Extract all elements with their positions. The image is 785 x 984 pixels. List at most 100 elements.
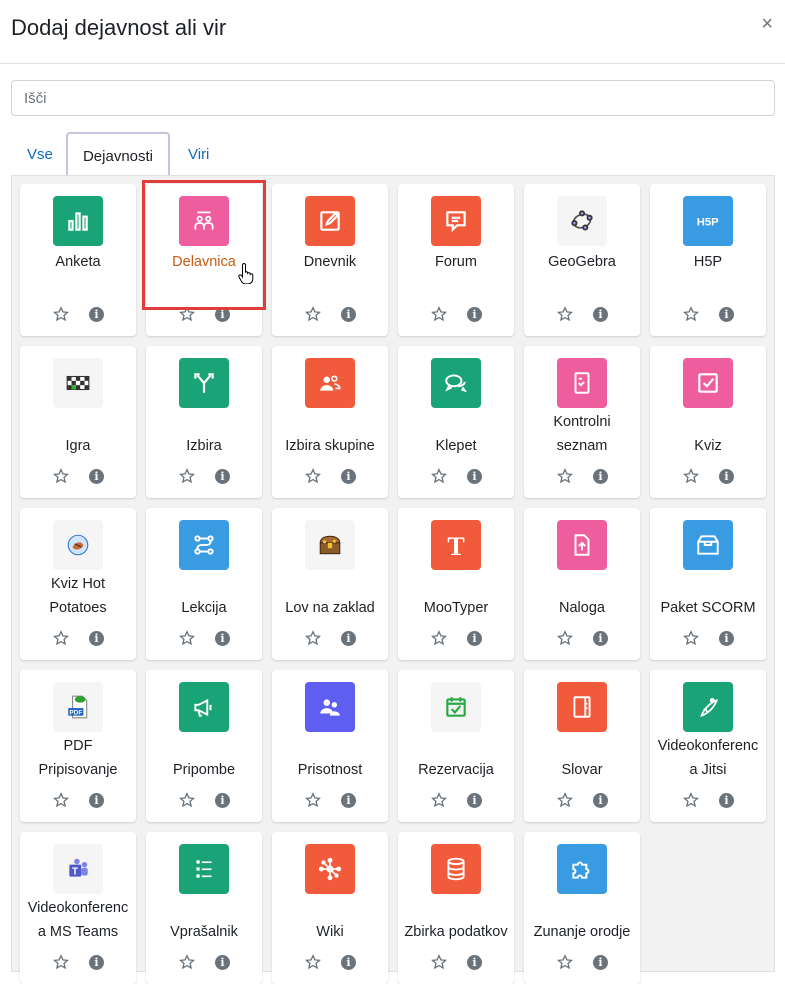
treasure-chest-icon bbox=[305, 520, 355, 570]
module-card-wiki[interactable]: Wiki i bbox=[272, 832, 388, 984]
info-icon[interactable]: i bbox=[719, 631, 734, 646]
star-icon[interactable] bbox=[556, 954, 574, 970]
tab-activities[interactable]: Dejavnosti bbox=[66, 132, 170, 178]
star-icon[interactable] bbox=[178, 792, 196, 808]
info-icon[interactable]: i bbox=[593, 955, 608, 970]
star-icon[interactable] bbox=[556, 306, 574, 322]
info-icon[interactable]: i bbox=[593, 307, 608, 322]
module-card-anketa[interactable]: Anketa i bbox=[20, 184, 136, 336]
info-icon[interactable]: i bbox=[215, 955, 230, 970]
star-icon[interactable] bbox=[682, 306, 700, 322]
info-icon[interactable]: i bbox=[89, 955, 104, 970]
star-icon[interactable] bbox=[430, 630, 448, 646]
module-label: Kviz bbox=[694, 438, 722, 454]
star-icon[interactable] bbox=[682, 792, 700, 808]
info-icon[interactable]: i bbox=[719, 307, 734, 322]
module-card-rezervacija[interactable]: Rezervacija i bbox=[398, 670, 514, 822]
info-icon[interactable]: i bbox=[89, 631, 104, 646]
info-icon[interactable]: i bbox=[215, 469, 230, 484]
info-icon[interactable]: i bbox=[467, 307, 482, 322]
module-card-videokonferenca-ms-teams[interactable]: T Videokonferenc a MS Teams i bbox=[20, 832, 136, 984]
module-card-kviz-hot-potatoes[interactable]: Kviz Hot Potatoes i bbox=[20, 508, 136, 660]
star-icon[interactable] bbox=[304, 306, 322, 322]
module-card-lov-na-zaklad[interactable]: Lov na zaklad i bbox=[272, 508, 388, 660]
info-icon[interactable]: i bbox=[467, 793, 482, 808]
star-icon[interactable] bbox=[52, 630, 70, 646]
star-icon[interactable] bbox=[304, 630, 322, 646]
info-icon[interactable]: i bbox=[467, 631, 482, 646]
module-card-lekcija[interactable]: Lekcija i bbox=[146, 508, 262, 660]
module-card-izbira[interactable]: Izbira i bbox=[146, 346, 262, 498]
module-card-klepet[interactable]: Klepet i bbox=[398, 346, 514, 498]
star-icon[interactable] bbox=[304, 792, 322, 808]
star-icon[interactable] bbox=[430, 468, 448, 484]
module-card-prisotnost[interactable]: Prisotnost i bbox=[272, 670, 388, 822]
star-icon[interactable] bbox=[178, 306, 196, 322]
info-icon[interactable]: i bbox=[467, 955, 482, 970]
module-card-zbirka-podatkov[interactable]: Zbirka podatkov i bbox=[398, 832, 514, 984]
module-label: Klepet bbox=[435, 438, 477, 454]
module-card-mootyper[interactable]: T MooTyper i bbox=[398, 508, 514, 660]
star-icon[interactable] bbox=[556, 468, 574, 484]
module-card-zunanje-orodje[interactable]: Zunanje orodje i bbox=[524, 832, 640, 984]
module-card-pdf-pripisovanje[interactable]: PDF PDF Pripisovanje i bbox=[20, 670, 136, 822]
info-icon[interactable]: i bbox=[593, 793, 608, 808]
info-icon[interactable]: i bbox=[341, 631, 356, 646]
info-icon[interactable]: i bbox=[341, 469, 356, 484]
module-card-dnevnik[interactable]: Dnevnik i bbox=[272, 184, 388, 336]
module-card-geogebra[interactable]: GeoGebra i bbox=[524, 184, 640, 336]
star-icon[interactable] bbox=[556, 630, 574, 646]
info-icon[interactable]: i bbox=[89, 793, 104, 808]
module-card-izbira-skupine[interactable]: Izbira skupine i bbox=[272, 346, 388, 498]
module-card-slovar[interactable]: Slovar i bbox=[524, 670, 640, 822]
module-card-h5p[interactable]: H5P H5P i bbox=[650, 184, 766, 336]
info-icon[interactable]: i bbox=[341, 955, 356, 970]
info-icon[interactable]: i bbox=[215, 793, 230, 808]
star-icon[interactable] bbox=[682, 630, 700, 646]
module-label: Slovar bbox=[561, 762, 603, 778]
star-icon[interactable] bbox=[430, 792, 448, 808]
tab-all[interactable]: Vse bbox=[27, 132, 53, 176]
info-icon[interactable]: i bbox=[215, 631, 230, 646]
star-icon[interactable] bbox=[304, 468, 322, 484]
star-icon[interactable] bbox=[178, 468, 196, 484]
info-icon[interactable]: i bbox=[719, 469, 734, 484]
module-card-naloga[interactable]: Naloga i bbox=[524, 508, 640, 660]
module-card-kontrolni-seznam[interactable]: Kontrolni seznam i bbox=[524, 346, 640, 498]
star-icon[interactable] bbox=[682, 468, 700, 484]
module-label-line2: Potatoes bbox=[49, 600, 107, 616]
star-icon[interactable] bbox=[304, 954, 322, 970]
star-icon[interactable] bbox=[52, 792, 70, 808]
module-card-paket-scorm[interactable]: Paket SCORM i bbox=[650, 508, 766, 660]
info-icon[interactable]: i bbox=[89, 469, 104, 484]
star-icon[interactable] bbox=[556, 792, 574, 808]
tab-resources[interactable]: Viri bbox=[188, 132, 209, 176]
search-input[interactable] bbox=[11, 80, 775, 116]
module-card-kviz[interactable]: Kviz i bbox=[650, 346, 766, 498]
info-icon[interactable]: i bbox=[467, 469, 482, 484]
module-card-pripombe[interactable]: Pripombe i bbox=[146, 670, 262, 822]
info-icon[interactable]: i bbox=[89, 307, 104, 322]
star-icon[interactable] bbox=[178, 954, 196, 970]
info-icon[interactable]: i bbox=[719, 793, 734, 808]
info-icon[interactable]: i bbox=[341, 793, 356, 808]
star-icon[interactable] bbox=[52, 468, 70, 484]
module-label: Forum bbox=[435, 254, 477, 270]
module-label-line1: PDF bbox=[63, 738, 93, 754]
star-icon[interactable] bbox=[430, 954, 448, 970]
module-card-vprašalnik[interactable]: Vprašalnik i bbox=[146, 832, 262, 984]
geogebra-icon bbox=[557, 196, 607, 246]
info-icon[interactable]: i bbox=[341, 307, 356, 322]
star-icon[interactable] bbox=[52, 954, 70, 970]
star-icon[interactable] bbox=[52, 306, 70, 322]
module-card-forum[interactable]: Forum i bbox=[398, 184, 514, 336]
star-icon[interactable] bbox=[430, 306, 448, 322]
info-icon[interactable]: i bbox=[593, 469, 608, 484]
info-icon[interactable]: i bbox=[215, 307, 230, 322]
module-card-igra[interactable]: Igra i bbox=[20, 346, 136, 498]
info-icon[interactable]: i bbox=[593, 631, 608, 646]
close-icon[interactable]: × bbox=[761, 14, 773, 34]
module-card-delavnica[interactable]: Delavnica i bbox=[146, 184, 262, 336]
star-icon[interactable] bbox=[178, 630, 196, 646]
module-card-videokonferenca-jitsi[interactable]: Videokonferenc a Jitsi i bbox=[650, 670, 766, 822]
